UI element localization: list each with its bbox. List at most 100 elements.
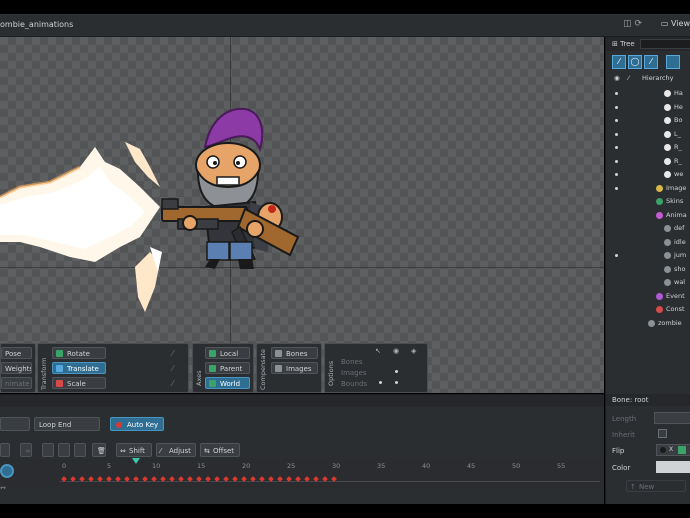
shift-button[interactable]: ⇔ Shift	[116, 443, 152, 457]
delete-key-icon[interactable]: 🗑	[92, 443, 106, 457]
length-field[interactable]	[654, 412, 690, 424]
tree-row-images[interactable]: Image	[606, 182, 690, 195]
tree-row-label: Event	[666, 291, 685, 300]
rotate-numeric-icon[interactable]: ⁄	[172, 349, 173, 358]
tree-icon: ⊞	[612, 40, 618, 48]
offset-button[interactable]: ⇆ Offset	[200, 443, 240, 457]
skel-node-icon	[648, 319, 655, 327]
new-button[interactable]: ↑ New	[626, 480, 686, 492]
compensate-images-button[interactable]: Images	[271, 362, 318, 374]
visibility-dot[interactable]	[615, 173, 618, 176]
refresh-icon[interactable]: ⟳	[634, 19, 642, 29]
option-toggle-bounds-visible[interactable]	[395, 381, 398, 384]
visibility-dot[interactable]	[615, 119, 618, 122]
option-toggle-bounds-select[interactable]	[379, 381, 382, 384]
flip-field[interactable]: X	[656, 444, 690, 456]
tree-row-bone[interactable]: R_	[606, 155, 690, 168]
key-prev-button[interactable]	[0, 443, 10, 457]
tree-row-anim[interactable]: Anima	[606, 209, 690, 222]
playhead[interactable]	[132, 458, 140, 464]
flip-y-icon[interactable]	[678, 446, 686, 454]
link-icon[interactable]: ∞	[20, 443, 32, 457]
tree-row-label: idle	[674, 237, 686, 246]
translate-icon	[56, 365, 63, 372]
adjust-button[interactable]: ⁄ Adjust	[156, 443, 196, 457]
title-bar: ombie_animations ◫ ⟳ ▭ View	[0, 14, 690, 37]
parent-button[interactable]: Parent	[205, 362, 250, 374]
local-button[interactable]: Local	[205, 347, 250, 359]
visibility-dot[interactable]	[615, 254, 618, 257]
compensate-bones-button[interactable]: Bones	[271, 347, 318, 359]
color-swatch[interactable]	[656, 461, 690, 473]
loop-start-field[interactable]	[0, 417, 30, 431]
visibility-column-icon: ◉	[393, 347, 400, 355]
camera-icon[interactable]: ◫	[623, 19, 632, 29]
visibility-dot[interactable]	[615, 105, 618, 109]
visibility-dot[interactable]	[615, 146, 618, 149]
inherit-checkbox[interactable]	[658, 429, 667, 438]
tool-pen-icon[interactable]: ⁄	[612, 55, 626, 69]
loop-end-field[interactable]: Loop End	[34, 417, 100, 431]
tree-row-const[interactable]: Const	[606, 303, 690, 316]
key-button-3[interactable]	[74, 443, 86, 457]
option-toggle-images[interactable]	[395, 370, 398, 373]
offset-icon: ⇆	[204, 447, 210, 455]
canvas-viewport[interactable]: Pose Weights nimate Transform Rotate Tra…	[0, 37, 604, 393]
tree-header: ⊞ Tree	[606, 37, 690, 51]
tree-row-animitem[interactable]: idle	[606, 236, 690, 249]
tree-row-skins[interactable]: Skins	[606, 195, 690, 208]
tree-row-label: Bo	[674, 116, 683, 124]
timeline-ruler[interactable]: ⇿ 0 5 10 15 20 25 30 35 40 45 50 55	[0, 458, 604, 492]
tree-row-bone[interactable]: He	[606, 101, 690, 114]
tree-row-bone[interactable]: Ha	[606, 87, 690, 100]
tool-brush-icon[interactable]: ⁄	[644, 55, 658, 69]
tree-row-bone[interactable]: we	[606, 168, 690, 181]
tree-row-animitem[interactable]: jum	[606, 249, 690, 262]
shift-icon: ⇔	[120, 447, 126, 455]
loop-icon[interactable]	[0, 464, 14, 478]
zombie-character[interactable]	[0, 37, 604, 393]
animate-button[interactable]: nimate	[1, 377, 32, 389]
tree-row-animitem[interactable]: sho	[606, 263, 690, 276]
bone-node-icon	[664, 103, 671, 111]
tree-row-bone[interactable]: R_	[606, 141, 690, 154]
key-button-2[interactable]	[58, 443, 70, 457]
rotate-icon	[56, 350, 63, 357]
tick-label: 50	[512, 462, 521, 470]
tick-label: 25	[287, 462, 296, 470]
window-icons[interactable]: ◫ ⟳	[623, 19, 642, 29]
scale-button[interactable]: Scale	[52, 377, 106, 389]
views-menu[interactable]: ▭ View	[661, 19, 690, 28]
tool-extra-icon[interactable]	[666, 55, 680, 69]
transform-group-label: Transform	[40, 357, 48, 390]
world-button[interactable]: World	[205, 377, 250, 389]
bottom-bezel	[0, 504, 690, 518]
axes-panel: Axes Local Parent World	[192, 343, 254, 393]
tree-row-bone[interactable]: L_	[606, 128, 690, 141]
tree-row-bone[interactable]: Bo	[606, 114, 690, 127]
tree-rows[interactable]: Ha He Bo L_ R_ R_ we Image Skins Anima def idle jum s…	[606, 83, 690, 383]
tree-tab-label[interactable]: ⊞ Tree	[612, 40, 635, 48]
visibility-dot[interactable]	[615, 186, 618, 190]
select-column-icon: ↖	[375, 347, 381, 355]
bone-node-icon	[664, 157, 671, 165]
auto-key-button[interactable]: Auto Key	[110, 417, 164, 431]
key-button-1[interactable]	[42, 443, 54, 457]
weights-button[interactable]: Weights	[1, 362, 32, 374]
pose-button[interactable]: Pose	[1, 347, 32, 359]
tree-row-event[interactable]: Event	[606, 290, 690, 303]
visibility-dot[interactable]	[615, 92, 618, 95]
visibility-dot[interactable]	[615, 132, 618, 136]
collapse-icon[interactable]: ⇿	[0, 484, 6, 492]
translate-button[interactable]: Translate	[52, 362, 106, 374]
tree-row-skel[interactable]: zombie	[606, 317, 690, 330]
tree-row-animitem[interactable]: wal	[606, 276, 690, 289]
translate-numeric-icon[interactable]: ⁄	[172, 364, 173, 373]
compensate-panel: Compensate Bones Images	[256, 343, 322, 393]
scale-numeric-icon[interactable]: ⁄	[172, 379, 173, 388]
tool-circle-icon[interactable]: ◯	[628, 55, 642, 69]
visibility-dot[interactable]	[615, 159, 618, 163]
tree-search-input[interactable]	[640, 39, 690, 49]
tree-row-animitem[interactable]: def	[606, 222, 690, 235]
rotate-button[interactable]: Rotate	[52, 347, 106, 359]
